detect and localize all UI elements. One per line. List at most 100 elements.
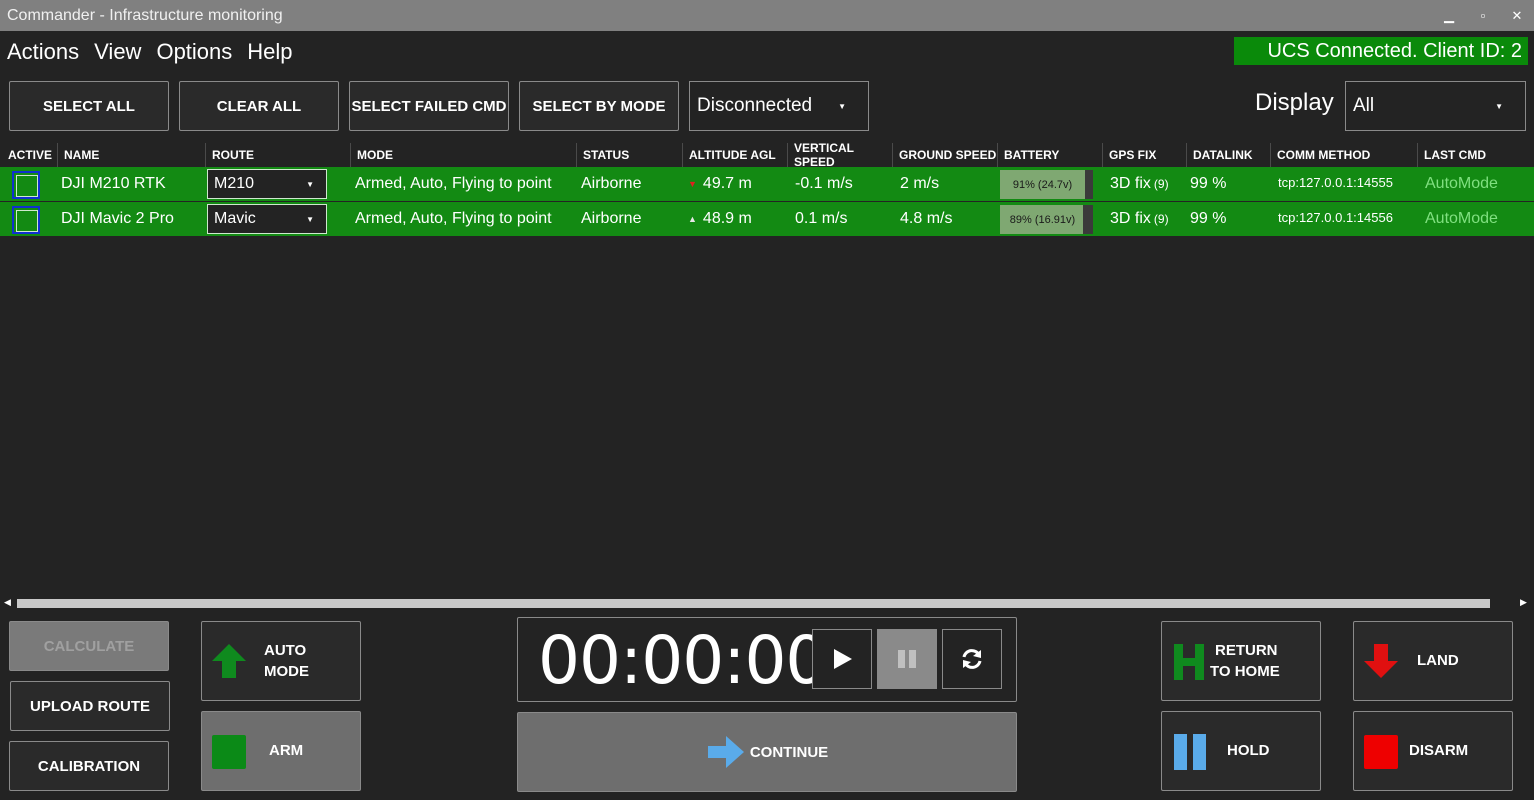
menu-view[interactable]: View [94, 39, 141, 65]
table-row[interactable]: DJI M210 RTK M210 ▼ Armed, Auto, Flying … [0, 167, 1534, 201]
display-label: Display [1255, 89, 1334, 116]
menu-actions[interactable]: Actions [7, 39, 79, 65]
scrollbar-thumb[interactable] [17, 599, 1490, 608]
menu-help[interactable]: Help [247, 39, 292, 65]
auto-mode-label-1: AUTO [264, 642, 307, 659]
column-header[interactable]: COMM METHOD [1270, 143, 1417, 167]
ground-speed-cell: 2 m/s [900, 175, 940, 192]
gps-fix-cell: 3D fix (9) [1110, 202, 1169, 236]
mode-filter-value: Disconnected [697, 95, 813, 116]
column-header[interactable]: ACTIVE [2, 143, 57, 167]
land-button[interactable]: LAND [1353, 621, 1513, 701]
calculate-button[interactable]: CALCULATE [9, 621, 169, 671]
home-h-icon [1174, 644, 1204, 680]
disarm-label: DISARM [1409, 742, 1469, 759]
gps-sat-count: (9) [1153, 212, 1169, 226]
gps-sat-count: (9) [1153, 177, 1169, 191]
column-header[interactable]: ROUTE [205, 143, 350, 167]
active-checkbox[interactable] [12, 206, 40, 234]
column-header[interactable]: GPS FIX [1102, 143, 1186, 167]
hold-button[interactable]: HOLD [1161, 711, 1321, 791]
mode-cell: Armed, Auto, Flying to point [355, 210, 552, 227]
comm-method-cell: tcp:127.0.0.1:14556 [1278, 209, 1393, 225]
route-select[interactable]: M210 ▼ [207, 169, 327, 199]
column-header[interactable]: VERTICAL SPEED [787, 141, 892, 169]
menu-options[interactable]: Options [156, 39, 232, 65]
battery-bar: 91% (24.7v) [1000, 170, 1093, 199]
auto-mode-button[interactable]: AUTO MODE [201, 621, 361, 701]
close-icon[interactable]: ✕ [1500, 0, 1534, 31]
hold-label: HOLD [1227, 742, 1270, 759]
scroll-left-icon[interactable]: ◀ [4, 597, 11, 608]
rth-label-2: TO HOME [1210, 663, 1280, 680]
chevron-down-icon: ▼ [838, 101, 846, 111]
maximize-icon[interactable]: ▫ [1466, 0, 1500, 31]
upload-route-button[interactable]: UPLOAD ROUTE [10, 681, 170, 731]
battery-bar: 89% (16.91v) [1000, 205, 1093, 234]
reset-button[interactable] [942, 629, 1002, 689]
table-row[interactable]: DJI Mavic 2 Pro Mavic ▼ Armed, Auto, Fly… [0, 202, 1534, 236]
vehicle-name: DJI Mavic 2 Pro [61, 210, 174, 227]
column-header[interactable]: GROUND SPEED [892, 143, 997, 167]
play-icon [834, 649, 852, 669]
pause-button[interactable] [877, 629, 937, 689]
disarm-button[interactable]: DISARM [1353, 711, 1513, 791]
chevron-down-icon: ▼ [306, 179, 314, 189]
arm-square-icon [212, 735, 246, 769]
display-select[interactable]: All ▼ [1345, 81, 1526, 131]
comm-method-cell: tcp:127.0.0.1:14555 [1278, 174, 1393, 190]
minimize-icon[interactable]: ▁ [1432, 0, 1466, 31]
window-title: Commander - Infrastructure monitoring [7, 6, 283, 24]
column-header[interactable]: ALTITUDE AGL [682, 143, 787, 167]
active-checkbox[interactable] [12, 171, 40, 199]
column-header[interactable]: LAST CMD [1417, 143, 1534, 167]
column-header[interactable]: STATUS [576, 143, 682, 167]
ground-speed-cell: 4.8 m/s [900, 210, 953, 227]
auto-mode-label-2: MODE [264, 663, 309, 680]
vertical-speed-cell: -0.1 m/s [795, 175, 853, 192]
column-header[interactable]: BATTERY [997, 143, 1102, 167]
return-to-home-button[interactable]: RETURN TO HOME [1161, 621, 1321, 701]
title-bar: Commander - Infrastructure monitoring ▁ … [0, 0, 1534, 31]
datalink-cell: 99 % [1190, 175, 1227, 192]
pause-icon [898, 650, 916, 668]
menu-bar: Actions View Options Help [0, 35, 301, 69]
disarm-square-icon [1364, 735, 1398, 769]
play-button[interactable] [812, 629, 872, 689]
arrow-down-icon [1364, 644, 1398, 678]
arm-button[interactable]: ARM [201, 711, 361, 791]
route-select[interactable]: Mavic ▼ [207, 204, 327, 234]
altitude-value: 49.7 m [702, 175, 752, 192]
pause-icon [1174, 734, 1206, 770]
chevron-down-icon: ▼ [306, 214, 314, 224]
status-cell: Airborne [581, 210, 642, 227]
arm-label: ARM [269, 742, 304, 759]
horizontal-scrollbar[interactable]: ◀ ▶ [0, 597, 1534, 611]
scroll-right-icon[interactable]: ▶ [1520, 597, 1527, 608]
select-failed-cmd-button[interactable]: SELECT FAILED CMD [349, 81, 509, 131]
mission-timer: 00:00:00 [517, 617, 1017, 702]
land-label: LAND [1417, 652, 1459, 669]
clear-all-button[interactable]: CLEAR ALL [179, 81, 339, 131]
rth-label-1: RETURN [1215, 642, 1278, 659]
continue-button[interactable]: CONTINUE [517, 712, 1017, 792]
select-by-mode-button[interactable]: SELECT BY MODE [519, 81, 679, 131]
select-all-button[interactable]: SELECT ALL [9, 81, 169, 131]
altitude-cell: ▼ 49.7 m [688, 167, 752, 201]
gps-fix-cell: 3D fix (9) [1110, 167, 1169, 201]
display-value: All [1353, 95, 1375, 116]
continue-label: CONTINUE [749, 743, 829, 761]
column-header[interactable]: MODE [350, 143, 576, 167]
battery-text: 89% (16.91v) [1009, 213, 1076, 226]
column-header[interactable]: NAME [57, 143, 205, 167]
altitude-value: 48.9 m [702, 210, 752, 227]
vehicle-name: DJI M210 RTK [61, 175, 166, 192]
mode-filter-select[interactable]: Disconnected ▼ [689, 81, 869, 131]
arrow-down-icon: ▼ [688, 179, 697, 189]
refresh-icon [962, 649, 982, 669]
column-header[interactable]: DATALINK [1186, 143, 1270, 167]
altitude-cell: ▲ 48.9 m [688, 202, 752, 236]
mode-cell: Armed, Auto, Flying to point [355, 175, 552, 192]
route-value: M210 [214, 175, 255, 192]
calibration-button[interactable]: CALIBRATION [9, 741, 169, 791]
